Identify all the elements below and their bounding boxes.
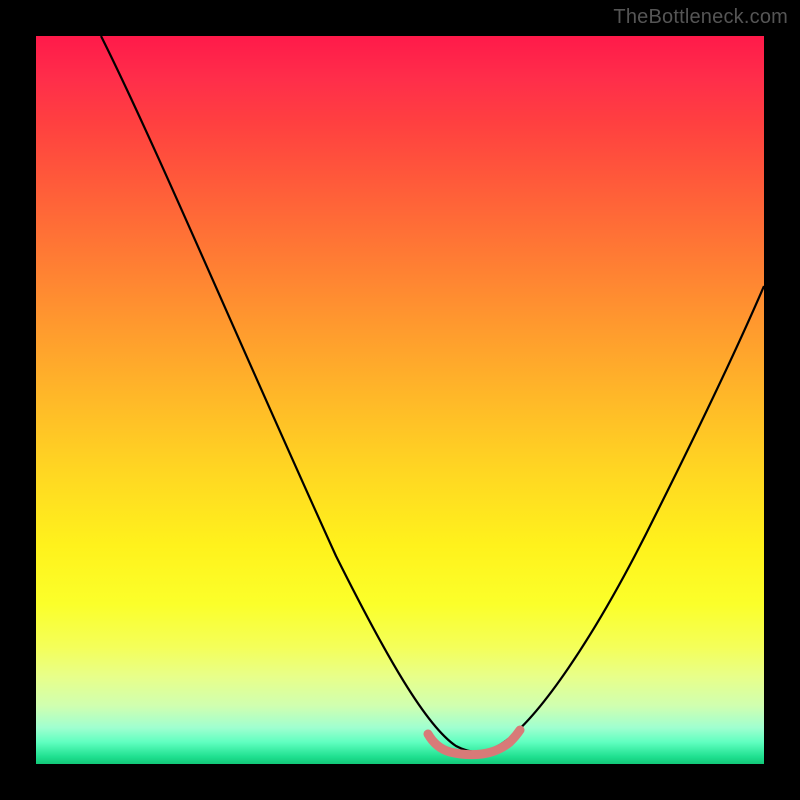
plot-area bbox=[36, 36, 764, 764]
watermark-text: TheBottleneck.com bbox=[613, 6, 788, 29]
curve-svg bbox=[36, 36, 764, 764]
chart-frame: TheBottleneck.com bbox=[0, 0, 800, 800]
bottleneck-curve-line bbox=[101, 36, 764, 752]
